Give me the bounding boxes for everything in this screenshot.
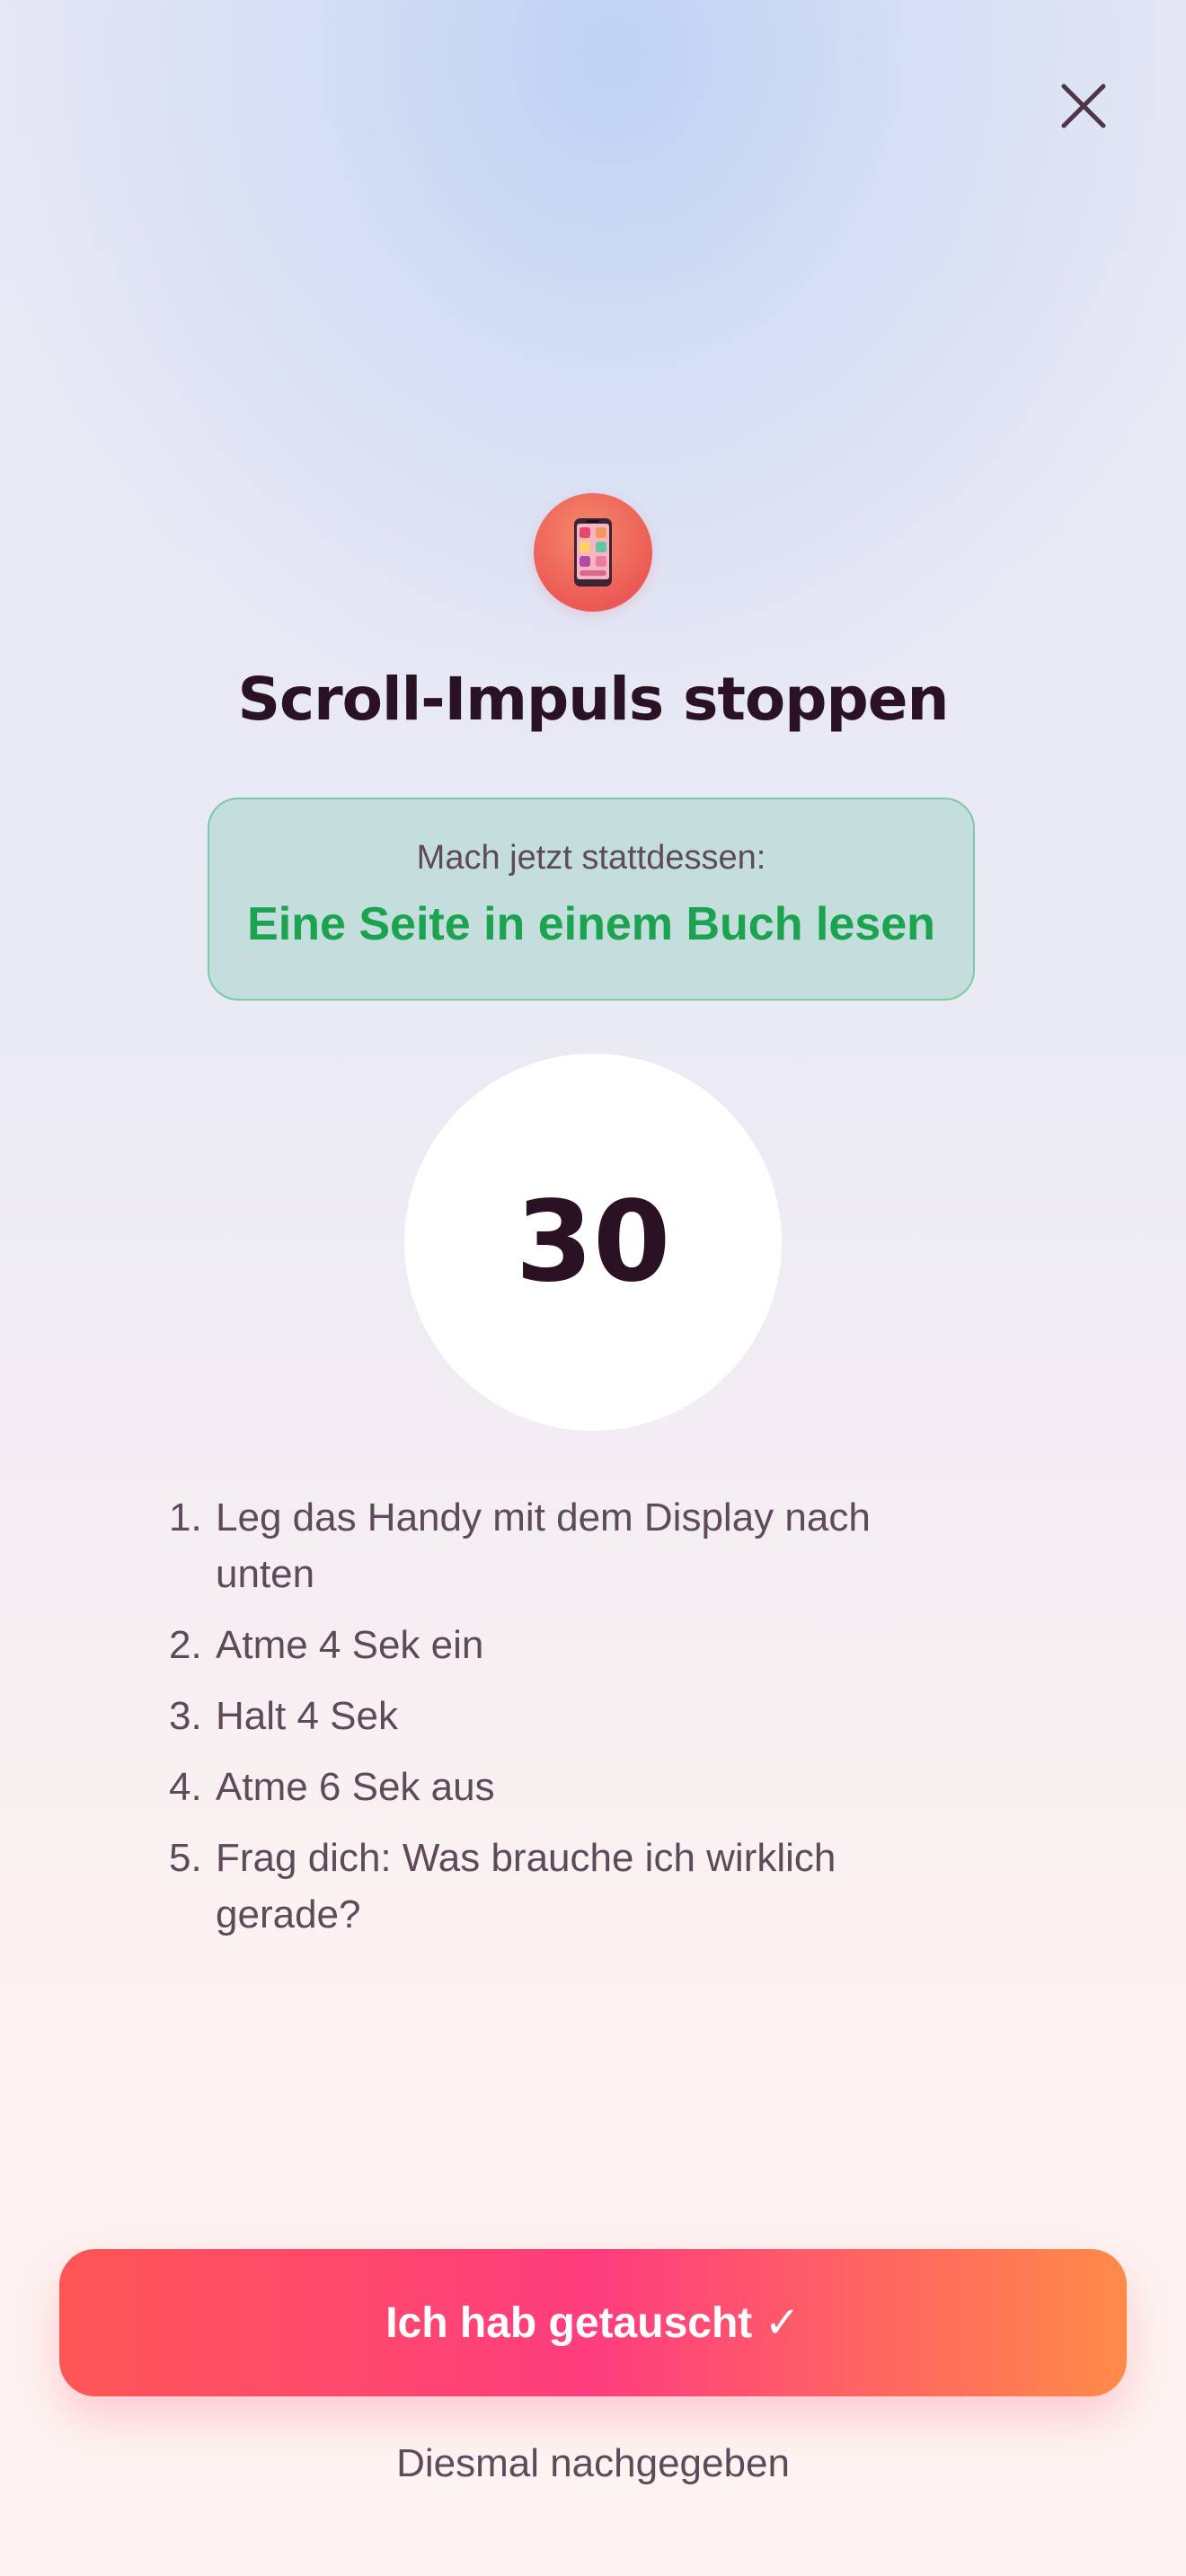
suggestion-card: Mach jetzt stattdessen: Eine Seite in ei… (208, 798, 975, 1001)
step-item: 3. Halt 4 Sek (169, 1688, 1049, 1744)
step-text: Atme 6 Sek aus (216, 1765, 495, 1809)
step-number: 2. (169, 1623, 202, 1667)
swapped-confirm-button[interactable]: Ich hab getauscht ✓ (59, 2249, 1127, 2396)
smartphone-icon (574, 518, 612, 587)
page-title: Scroll-Impuls stoppen (237, 665, 949, 734)
step-text: Leg das Handy mit dem Display nach unten (216, 1495, 871, 1596)
countdown-value: 30 (515, 1178, 671, 1307)
step-text: Frag dich: Was brauche ich wirklich gera… (216, 1836, 836, 1936)
step-text: Atme 4 Sek ein (216, 1623, 484, 1667)
step-item: 5. Frag dich: Was brauche ich wirklich g… (169, 1830, 1049, 1943)
breathing-steps-list: 1. Leg das Handy mit dem Display nach un… (169, 1489, 1049, 1957)
hero-icon-badge (534, 493, 652, 612)
suggestion-activity: Eine Seite in einem Buch lesen (247, 898, 935, 950)
step-number: 5. (169, 1836, 202, 1880)
step-item: 1. Leg das Handy mit dem Display nach un… (169, 1489, 1049, 1602)
step-number: 3. (169, 1694, 202, 1738)
gave-in-link[interactable]: Diesmal nachgegeben (0, 2441, 1186, 2486)
step-number: 1. (169, 1495, 202, 1539)
swapped-confirm-label: Ich hab getauscht ✓ (385, 2299, 801, 2347)
step-number: 4. (169, 1765, 202, 1809)
step-text: Halt 4 Sek (216, 1694, 398, 1738)
step-item: 2. Atme 4 Sek ein (169, 1617, 1049, 1673)
countdown-timer: 30 (404, 1054, 782, 1431)
close-button[interactable] (1048, 70, 1120, 142)
suggestion-caption: Mach jetzt stattdessen: (416, 839, 766, 877)
close-icon (1061, 84, 1106, 128)
step-item: 4. Atme 6 Sek aus (169, 1759, 1049, 1815)
